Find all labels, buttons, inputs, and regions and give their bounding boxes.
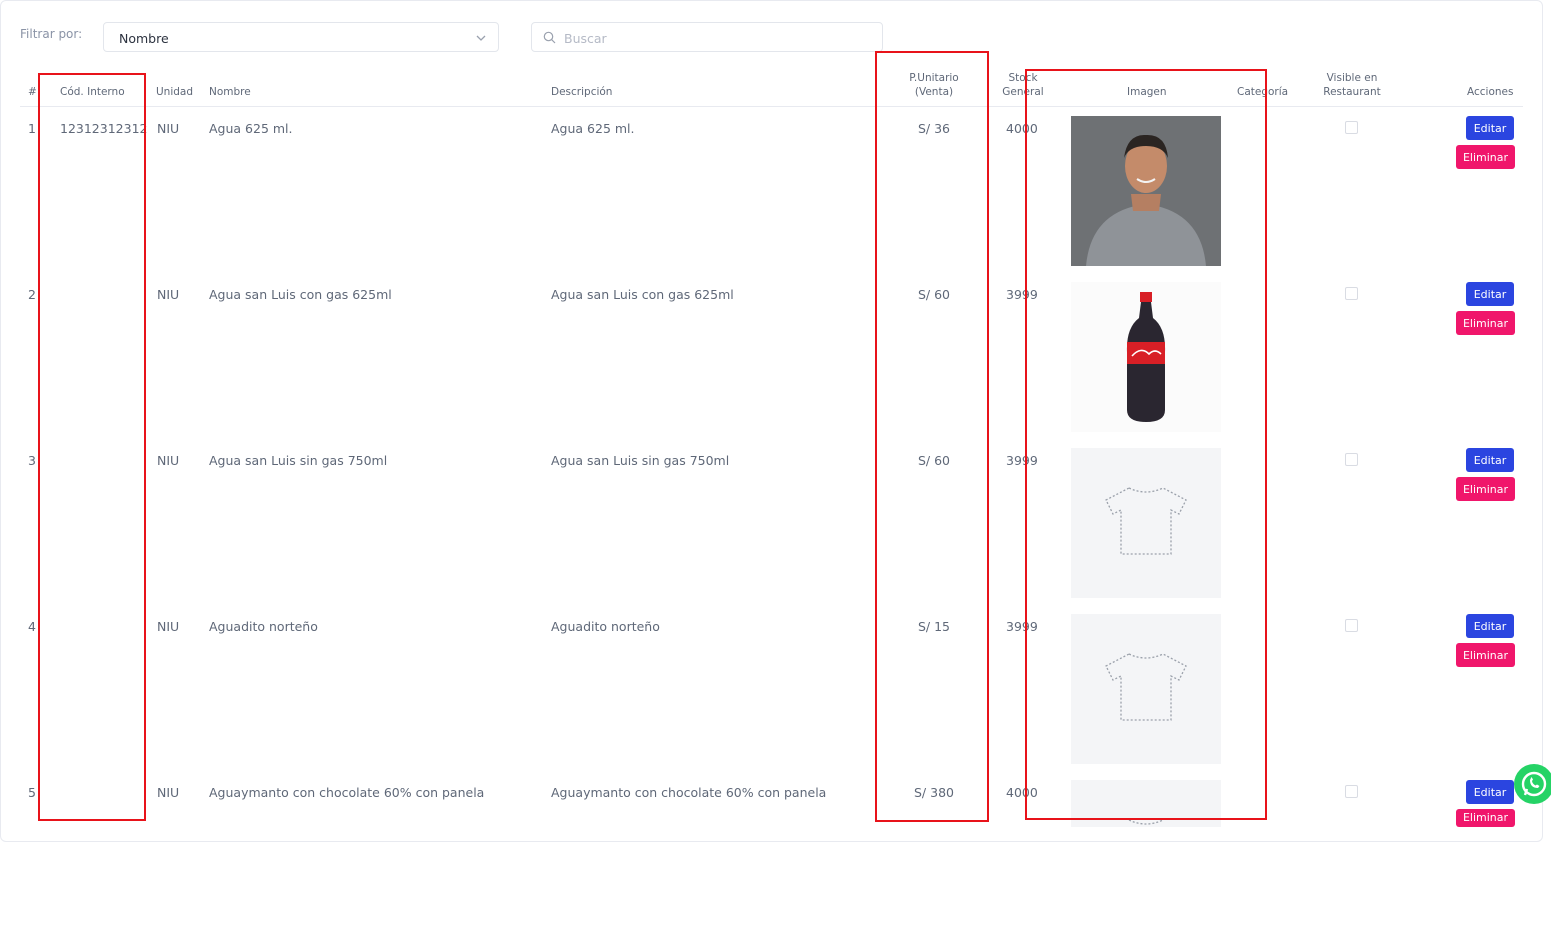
table-row: 5 NIU Aguaymanto con chocolate 60% con p…	[1, 780, 1551, 946]
delete-button[interactable]: Eliminar	[1456, 311, 1515, 335]
filter-select[interactable]: Nombre	[103, 22, 499, 52]
row-num: 3	[28, 453, 36, 468]
cola-bottle-photo-icon	[1071, 282, 1221, 432]
row-unidad: NIU	[157, 287, 180, 302]
row-nombre: Aguaymanto con chocolate 60% con panela	[209, 785, 485, 800]
row-unidad: NIU	[157, 785, 180, 800]
col-header-visible-line2: Restaurant	[1323, 86, 1381, 98]
col-header-imagen: Imagen	[1127, 86, 1167, 98]
visible-checkbox[interactable]	[1345, 619, 1358, 632]
col-header-stock: Stock General	[991, 71, 1055, 99]
edit-button[interactable]: Editar	[1466, 448, 1514, 472]
row-unidad: NIU	[157, 619, 180, 634]
col-header-stock-line2: General	[1002, 86, 1044, 98]
row-descripcion: Agua san Luis sin gas 750ml	[551, 453, 730, 468]
filter-label: Filtrar por:	[20, 27, 83, 41]
tshirt-placeholder-icon	[1105, 487, 1187, 555]
visible-checkbox[interactable]	[1345, 121, 1358, 134]
row-descripcion: Aguadito norteño	[551, 619, 660, 634]
col-header-codigo: Cód. Interno	[60, 86, 125, 98]
header-divider	[20, 106, 1523, 107]
col-header-num: #	[28, 86, 37, 98]
row-num: 4	[28, 619, 36, 634]
row-nombre: Agua san Luis sin gas 750ml	[209, 453, 388, 468]
row-stock: 3999	[1006, 619, 1038, 634]
product-image	[1071, 282, 1221, 432]
table-row: 1 12312312312 NIU Agua 625 ml. Agua 625 …	[1, 116, 1551, 282]
row-precio: S/ 15	[917, 619, 951, 634]
row-nombre: Agua san Luis con gas 625ml	[209, 287, 392, 302]
whatsapp-icon	[1521, 771, 1547, 797]
row-precio: S/ 60	[917, 453, 951, 468]
product-image	[1071, 614, 1221, 764]
chevron-down-icon	[476, 35, 486, 41]
col-header-unidad: Unidad	[156, 86, 194, 98]
row-nombre: Agua 625 ml.	[209, 121, 293, 136]
delete-button[interactable]: Eliminar	[1456, 643, 1515, 667]
visible-checkbox[interactable]	[1345, 453, 1358, 466]
edit-button[interactable]: Editar	[1466, 614, 1514, 638]
product-image	[1071, 448, 1221, 598]
row-stock: 4000	[1006, 785, 1038, 800]
col-header-precio-line2: (Venta)	[914, 86, 954, 98]
filter-select-value: Nombre	[119, 31, 169, 46]
edit-button[interactable]: Editar	[1466, 780, 1514, 804]
table-row: 2 NIU Agua san Luis con gas 625ml Agua s…	[1, 282, 1551, 448]
row-num: 5	[28, 785, 36, 800]
col-header-visible: Visible en Restaurant	[1312, 71, 1392, 99]
col-header-stock-line1: Stock	[1008, 72, 1038, 84]
col-header-precio: P.Unitario (Venta)	[894, 71, 974, 99]
row-stock: 3999	[1006, 453, 1038, 468]
product-image	[1071, 780, 1221, 827]
col-header-descripcion: Descripción	[551, 86, 613, 98]
row-num: 1	[28, 121, 36, 136]
row-precio: S/ 60	[917, 287, 951, 302]
product-image	[1071, 116, 1221, 266]
delete-button[interactable]: Eliminar	[1456, 809, 1515, 827]
visible-checkbox[interactable]	[1345, 287, 1358, 300]
col-header-precio-line1: P.Unitario	[909, 72, 959, 84]
table-row: 4 NIU Aguadito norteño Aguadito norteño …	[1, 614, 1551, 780]
delete-button[interactable]: Eliminar	[1456, 477, 1515, 501]
row-nombre: Aguadito norteño	[209, 619, 318, 634]
visible-checkbox[interactable]	[1345, 785, 1358, 798]
tshirt-placeholder-icon	[1128, 819, 1164, 825]
search-box[interactable]	[531, 22, 883, 52]
row-stock: 4000	[1006, 121, 1038, 136]
row-num: 2	[28, 287, 36, 302]
search-input[interactable]	[562, 27, 866, 49]
row-descripcion: Agua 625 ml.	[551, 121, 635, 136]
delete-button[interactable]: Eliminar	[1456, 145, 1515, 169]
edit-button[interactable]: Editar	[1466, 282, 1514, 306]
col-header-nombre: Nombre	[209, 86, 251, 98]
col-header-visible-line1: Visible en	[1326, 72, 1378, 84]
person-photo-icon	[1071, 116, 1221, 266]
col-header-acciones: Acciones	[1467, 86, 1514, 98]
edit-button[interactable]: Editar	[1466, 116, 1514, 140]
tshirt-placeholder-icon	[1105, 653, 1187, 721]
col-header-categoria: Categoría	[1237, 86, 1289, 98]
row-precio: S/ 380	[914, 785, 954, 800]
products-card: Filtrar por: Nombre # Cód. Interno Unida…	[0, 0, 1543, 842]
search-icon	[543, 31, 556, 44]
row-stock: 3999	[1006, 287, 1038, 302]
row-descripcion: Aguaymanto con chocolate 60% con panela	[551, 785, 827, 800]
row-descripcion: Agua san Luis con gas 625ml	[551, 287, 734, 302]
whatsapp-button[interactable]	[1514, 764, 1551, 804]
table-row: 3 NIU Agua san Luis sin gas 750ml Agua s…	[1, 448, 1551, 614]
row-precio: S/ 36	[917, 121, 951, 136]
row-codigo: 12312312312	[60, 121, 148, 136]
row-unidad: NIU	[157, 121, 180, 136]
row-unidad: NIU	[157, 453, 180, 468]
